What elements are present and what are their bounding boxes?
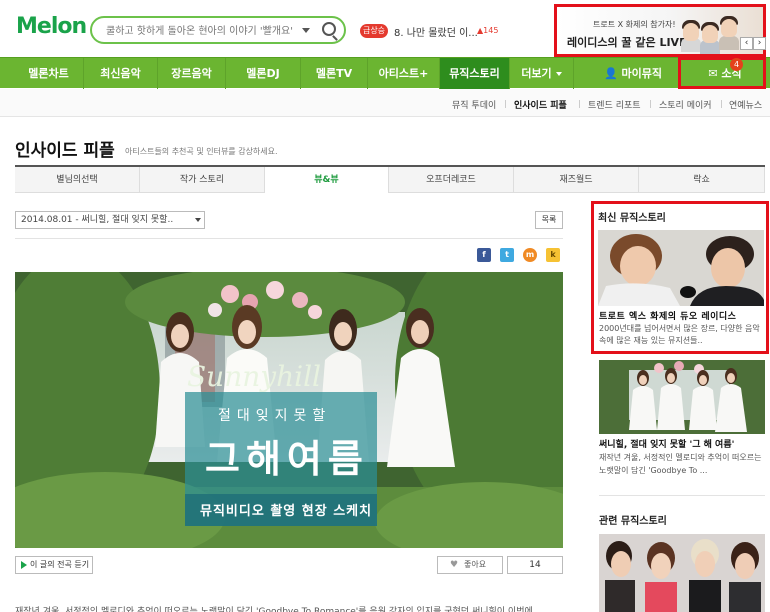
tab-rock-show[interactable]: 락쇼: [639, 167, 765, 193]
ad-next-icon[interactable]: ›: [753, 37, 766, 50]
latest-story-desc-text: 2000년대를 넘어서면서 많은 장르, 다양한 음악 속에 많은 재능 있는 …: [599, 324, 760, 345]
latest-story-photo: [598, 230, 764, 306]
nav-more[interactable]: 더보기: [510, 58, 574, 89]
subnav-trend-report[interactable]: 트렌드 리포트: [588, 98, 641, 111]
header-ad-banner[interactable]: 트로트 X 화제의 참가자! 레이디스의 꿀 같은 LIVE ‹ ›: [554, 4, 766, 57]
article-select[interactable]: 2014.08.01 - 써니힐, 절대 잊지 못할..: [15, 211, 205, 229]
search-dropdown-icon[interactable]: [302, 28, 310, 33]
latest-story-desc: 2000년대를 넘어서면서 많은 장르, 다양한 음악 속에 많은 재능 있는 …: [599, 323, 765, 347]
tab-jazz-world[interactable]: 재즈월드: [514, 167, 639, 193]
rising-rank: ▲145: [477, 26, 499, 35]
search-input[interactable]: [106, 24, 306, 38]
main-nav: 멜론차트 최신음악 장르음악 멜론DJ 멜론TV 아티스트+ 뮤직스토리 더보기…: [0, 57, 770, 89]
search-icon[interactable]: [322, 22, 336, 36]
story2-desc: 재작년 겨울, 서정적인 멜로디와 추억이 떠오르는 노랫말이 담긴 'Good…: [599, 451, 765, 477]
nav-my-music[interactable]: 👤 마이뮤직: [600, 58, 666, 89]
listen-all-button[interactable]: 이 글의 전곡 듣기: [15, 556, 93, 574]
play-icon: [21, 561, 27, 569]
latest-story-thumbnail[interactable]: [598, 230, 764, 306]
ad-line1: 트로트 X 화제의 참가자!: [593, 20, 676, 29]
tab-off-the-record[interactable]: 오프더레코드: [389, 167, 514, 193]
nav-melon-tv[interactable]: 멜론TV: [301, 58, 368, 89]
related-story-header: 관련 뮤직스토리: [599, 516, 667, 527]
chevron-down-icon: [195, 218, 201, 222]
rising-keyword[interactable]: 8. 나만 몰랐던 이...: [394, 24, 478, 39]
subnav-inside-people[interactable]: 인사이드 피플: [514, 98, 567, 111]
me2day-icon[interactable]: m: [523, 248, 537, 262]
hero-script-title: Sunnyhill: [187, 360, 321, 393]
like-count: 14: [507, 556, 563, 574]
nav-melon-dj[interactable]: 멜론DJ: [226, 58, 301, 89]
facebook-icon[interactable]: f: [477, 248, 491, 262]
melon-logo[interactable]: Melon: [16, 14, 87, 39]
latest-story-header: 최신 뮤직스토리: [598, 213, 666, 224]
hero-title: 그해여름: [205, 437, 369, 481]
tab-view-and-view[interactable]: 뷰&뷰: [265, 167, 389, 193]
category-tabs: 별님의선택 작가 스토리 뷰&뷰 오프더레코드 재즈월드 락쇼: [15, 165, 765, 193]
story2-photo: [599, 360, 765, 434]
subnav-story-maker[interactable]: 스토리 메이커: [659, 98, 712, 111]
subnav-music-today[interactable]: 뮤직 투데이: [452, 98, 496, 111]
nav-music-story[interactable]: 뮤직스토리: [440, 58, 510, 89]
article-select-value: 2014.08.01 - 써니힐, 절대 잊지 못할..: [21, 215, 174, 225]
tab-star-choice[interactable]: 별님의선택: [15, 167, 140, 193]
header: Melon 급상승 8. 나만 몰랐던 이... ▲145 트로트 X 화제의 …: [0, 0, 770, 57]
sidebar-divider: [599, 495, 765, 496]
nav-new-music[interactable]: 최신음악: [84, 58, 158, 89]
divider: [15, 238, 563, 239]
ad-line2: 레이디스의 꿀 같은 LIVE: [567, 36, 687, 49]
story2-title[interactable]: 써니힐, 절대 잊지 못할 '그 해 여름': [599, 437, 734, 450]
person-icon: 👤: [603, 67, 618, 80]
article-body: 재작년 겨울, 서정적인 멜로디와 추억이 떠오르는 노랫말이 담긴 'Good…: [15, 607, 533, 612]
nav-melon-chart[interactable]: 멜론차트: [14, 58, 84, 89]
chevron-down-icon: [555, 72, 562, 76]
notice-highlight: [678, 57, 766, 89]
hero-subtitle: 절대잊지못할: [218, 408, 332, 424]
tab-writer-story[interactable]: 작가 스토리: [140, 167, 265, 193]
notice-count-badge: 4: [730, 58, 743, 71]
story2-thumbnail[interactable]: [599, 360, 765, 434]
like-button[interactable]: ♥ 좋아요: [437, 556, 503, 574]
subnav-entertainment-news[interactable]: 연예뉴스: [729, 98, 762, 111]
list-button[interactable]: 목록: [535, 211, 563, 229]
related-story-thumbnail[interactable]: [599, 534, 765, 612]
sub-nav: 뮤직 투데이 인사이드 피플 트렌드 리포트 스토리 메이커 연예뉴스: [0, 89, 770, 117]
latest-story-title[interactable]: 트로트 엑스 화제의 듀오 레이디스: [599, 309, 736, 322]
heart-icon: ♥: [450, 560, 459, 570]
related-story-photo: [599, 534, 765, 612]
page-description: 아티스트들의 추천곡 및 인터뷰를 감상하세요.: [125, 147, 278, 156]
story2-desc-text: 재작년 겨울, 서정적인 멜로디와 추억이 떠오르는 노랫말이 담긴 'Good…: [599, 453, 762, 475]
twitter-icon[interactable]: t: [500, 248, 514, 262]
page-title: 인사이드 피플: [15, 141, 115, 161]
ad-artist-photo: [681, 14, 739, 54]
ad-prev-icon[interactable]: ‹: [740, 37, 753, 50]
rising-badge: 급상승: [360, 24, 388, 38]
hero-image: Sunnyhill 절대잊지못할 그해여름 뮤직비디오 촬영 현장 스케치: [15, 272, 563, 548]
nav-artist-plus[interactable]: 아티스트+: [368, 58, 440, 89]
search-box[interactable]: [90, 16, 346, 44]
kakao-icon[interactable]: k: [546, 248, 560, 262]
nav-genre-music[interactable]: 장르음악: [158, 58, 226, 89]
hero-caption: 뮤직비디오 촬영 현장 스케치: [200, 504, 373, 519]
